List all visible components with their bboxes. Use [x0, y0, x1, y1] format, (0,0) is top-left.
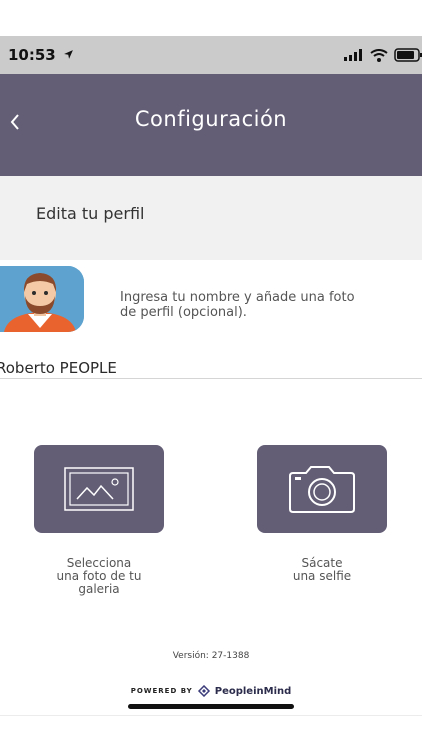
gallery-label: Selecciona una foto de tu galeria [56, 556, 142, 596]
camera-icon [289, 466, 355, 513]
navigation-bar: Configuración [0, 74, 422, 176]
location-arrow-icon [64, 50, 73, 59]
brand-name: PeopleinMind [214, 685, 292, 697]
divider [0, 715, 422, 716]
section-title: Edita tu perfil [36, 204, 145, 223]
battery-icon [394, 48, 422, 62]
clock-text: 10:53 [8, 46, 56, 64]
wifi-icon [370, 48, 388, 62]
powered-by-label: POWERED BY [130, 687, 193, 695]
signal-icon [344, 49, 362, 61]
name-value: Roberto PEOPLE [0, 359, 117, 377]
status-icons [344, 46, 422, 64]
profile-hint: Ingresa tu nombre y añade una foto de pe… [120, 290, 355, 320]
camera-button[interactable] [257, 445, 387, 533]
avatar-illustration [0, 266, 84, 332]
section-header: Edita tu perfil [0, 176, 422, 260]
image-gallery-icon [64, 467, 134, 511]
status-bar: 10:53 [0, 36, 422, 74]
brand-logo-icon [197, 685, 210, 697]
name-field[interactable]: Roberto PEOPLE [0, 358, 422, 379]
home-indicator[interactable] [128, 704, 294, 709]
powered-by: POWERED BY PeopleinMind [0, 685, 422, 697]
avatar[interactable] [0, 266, 84, 332]
camera-label: Sácate una selfie [292, 556, 352, 583]
gallery-button[interactable] [34, 445, 164, 533]
status-time: 10:53 [8, 46, 74, 64]
page-title: Configuración [134, 107, 288, 131]
version-text: Versión: 27-1388 [172, 651, 250, 661]
